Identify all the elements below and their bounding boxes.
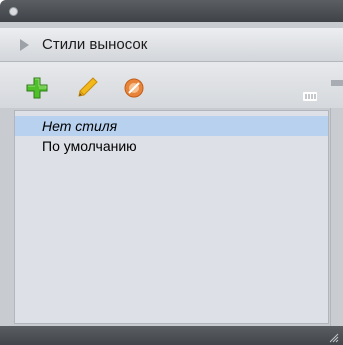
panel-bottombar [0,326,343,345]
pencil-icon [78,77,98,97]
collapse-triangle-icon[interactable] [20,39,29,51]
edit-style-button[interactable] [75,76,99,100]
panel-titlebar[interactable] [0,0,343,22]
delete-style-button[interactable] [122,76,146,100]
close-icon[interactable] [9,7,18,16]
add-style-button[interactable] [25,76,49,100]
delete-style-icon [124,78,144,98]
resize-grip-icon[interactable] [327,330,339,343]
vertical-scrollbar[interactable] [330,108,343,326]
list-item[interactable]: Нет стиля [15,116,328,136]
styles-list[interactable]: Нет стиля По умолчанию [14,110,329,324]
toolbar-grip-icon [303,88,317,101]
panel-toolbar [0,62,343,108]
toolbar-edge [331,80,343,86]
plus-icon [26,77,48,99]
panel-title: Стили выносок [42,36,148,53]
list-item[interactable]: По умолчанию [15,136,328,156]
panel-header[interactable]: Стили выносок [0,28,343,62]
callout-styles-panel: Стили выносок Нет стиля По умолчанию [0,0,343,345]
